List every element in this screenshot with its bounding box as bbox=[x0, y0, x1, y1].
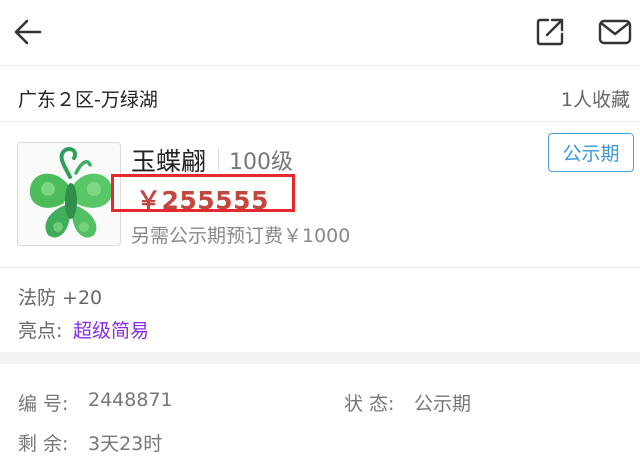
top-bar bbox=[0, 0, 640, 66]
item-price: ￥255555 bbox=[136, 186, 269, 215]
highlight-value: 超级简易 bbox=[73, 320, 150, 342]
mail-button[interactable] bbox=[594, 12, 636, 52]
remaining-label: 剩 余: bbox=[18, 433, 69, 455]
back-button[interactable] bbox=[10, 12, 46, 52]
highlight-label: 亮点: bbox=[18, 320, 63, 342]
item-attributes: 法防 +20 亮点: 超级简易 bbox=[0, 268, 640, 352]
id-value: 2448871 bbox=[88, 389, 173, 411]
mail-envelope-icon bbox=[598, 19, 632, 45]
server-row: 广东２区-万绿湖 1人收藏 bbox=[0, 66, 640, 122]
favorites-count[interactable]: 1人收藏 bbox=[561, 85, 630, 112]
status-button[interactable]: 公示期 bbox=[548, 133, 634, 172]
state-label: 状 态: bbox=[344, 393, 395, 415]
reservation-fee: 另需公示期预订费￥1000 bbox=[131, 225, 351, 247]
share-external-icon bbox=[536, 18, 564, 46]
item-thumbnail[interactable] bbox=[17, 142, 121, 246]
share-button[interactable] bbox=[530, 12, 570, 52]
title-divider bbox=[218, 148, 219, 170]
section-gap bbox=[0, 352, 640, 364]
item-summary[interactable]: 玉蝶翩 100级 ￥255555 另需公示期预订费￥1000 公示期 bbox=[0, 122, 640, 268]
listing-info: 编 号: 2448871 状 态: 公示期 剩 余: 3天23时 bbox=[0, 364, 640, 466]
magic-defense-attr: 法防 +20 bbox=[18, 287, 103, 309]
id-label: 编 号: bbox=[18, 393, 69, 415]
server-name: 广东２区-万绿湖 bbox=[18, 89, 158, 111]
item-name: 玉蝶翩 bbox=[131, 147, 207, 176]
jade-butterfly-pendant-icon bbox=[29, 147, 113, 238]
arrow-left-icon bbox=[14, 19, 42, 45]
remaining-value: 3天23时 bbox=[88, 433, 163, 455]
item-level: 100级 bbox=[229, 150, 293, 175]
state-value: 公示期 bbox=[414, 393, 472, 415]
